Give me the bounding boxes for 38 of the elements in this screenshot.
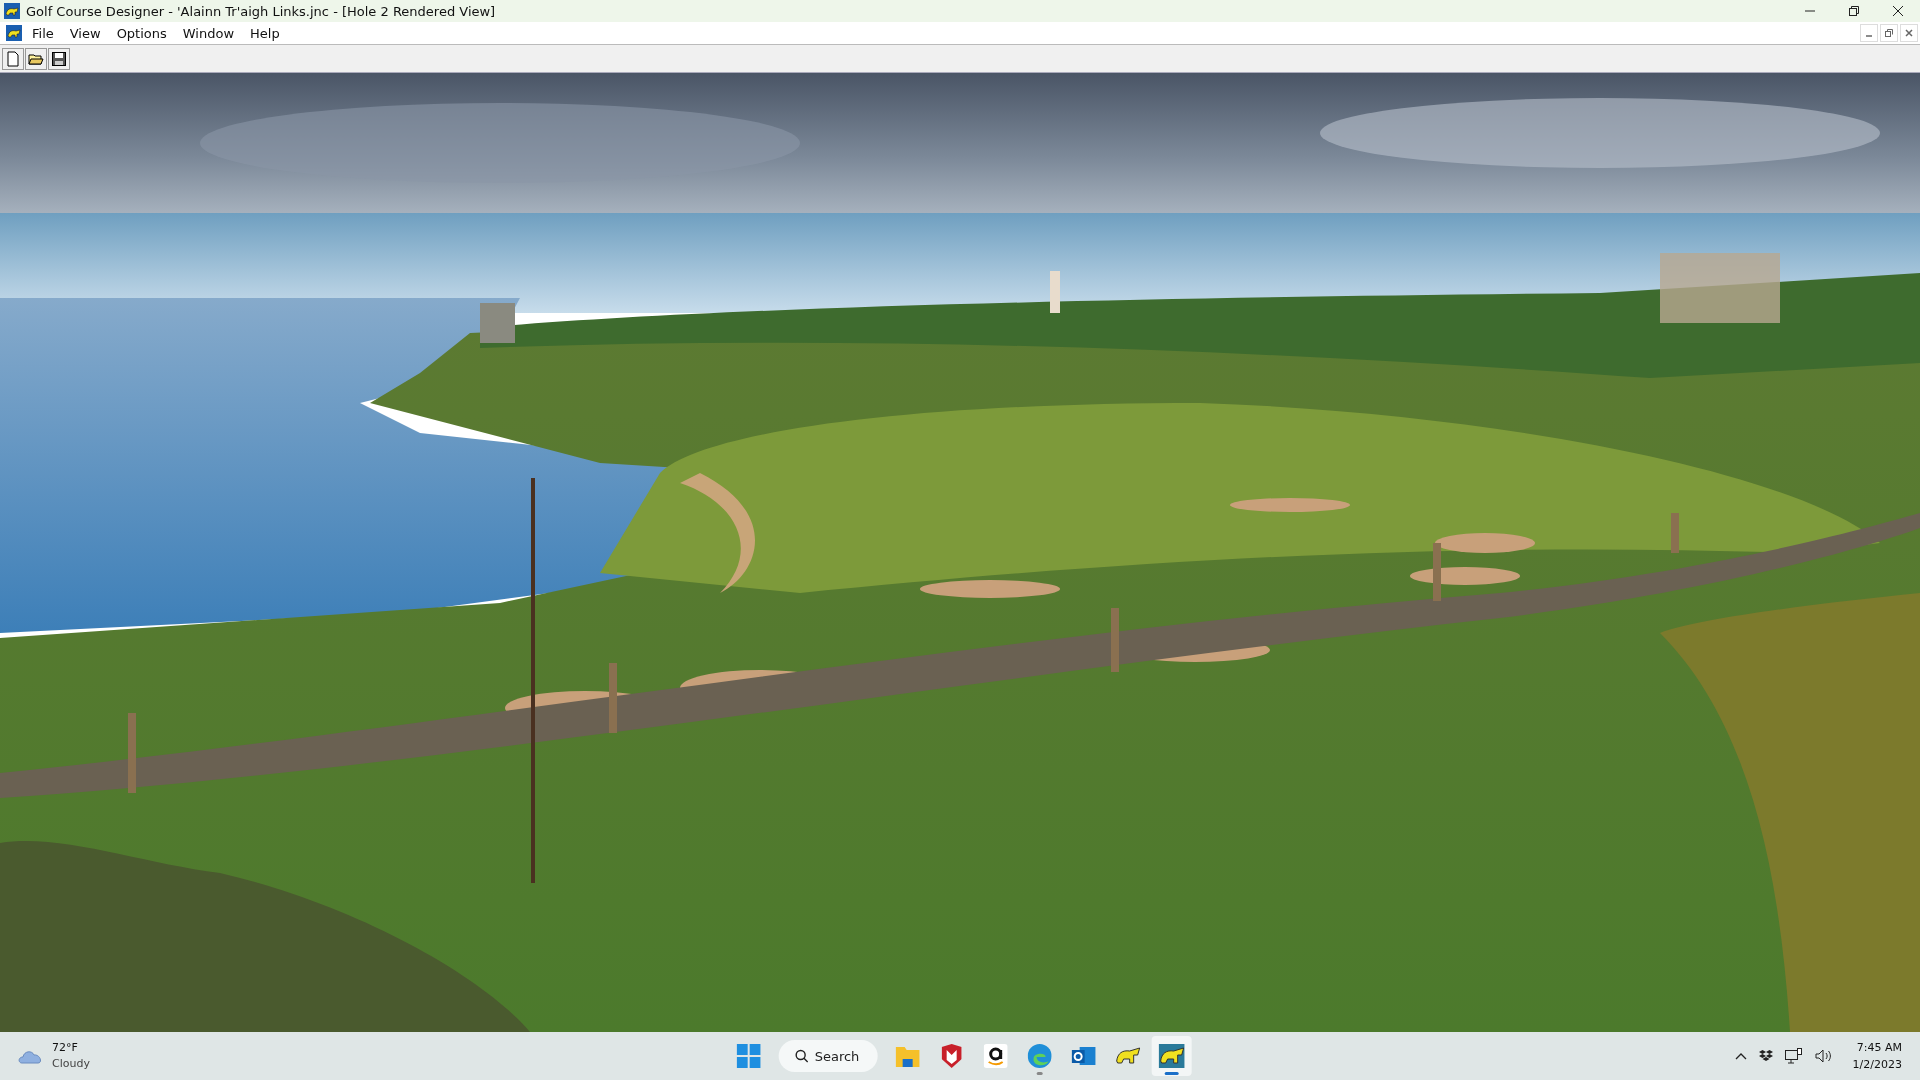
bear-icon bbox=[4, 3, 20, 19]
new-file-button[interactable] bbox=[2, 47, 24, 70]
temperature-text: 72°F bbox=[52, 1040, 79, 1056]
chevron-up-icon[interactable] bbox=[1734, 1052, 1747, 1060]
open-folder-button[interactable] bbox=[25, 47, 47, 70]
search-icon bbox=[794, 1049, 809, 1063]
letter-a-icon bbox=[983, 1044, 1008, 1068]
bear-icon bbox=[6, 25, 22, 41]
clock-time[interactable]: 7:45 AM bbox=[1856, 1039, 1902, 1056]
close-icon bbox=[1893, 6, 1903, 16]
menu-item[interactable]: Window bbox=[176, 25, 241, 41]
close-icon bbox=[1905, 29, 1913, 37]
bear-icon bbox=[1158, 1044, 1185, 1068]
menu-item[interactable]: File bbox=[26, 25, 60, 41]
windows-logo-icon bbox=[736, 1044, 761, 1068]
close-button[interactable] bbox=[1900, 24, 1918, 42]
menu-item[interactable]: View bbox=[63, 25, 107, 41]
network-icon[interactable] bbox=[1784, 1048, 1803, 1064]
shield-icon bbox=[941, 1044, 962, 1068]
blank-page-icon bbox=[5, 50, 21, 67]
browser-icon bbox=[1027, 1044, 1052, 1068]
restore-icon bbox=[1849, 6, 1859, 16]
window-title: Golf Course Designer - 'Alainn Tr'aigh Links.jnc - [Hole 2 Rendered View] bbox=[26, 3, 496, 19]
menu-item[interactable]: Options bbox=[110, 25, 173, 41]
folder-icon bbox=[895, 1045, 920, 1067]
restore-icon bbox=[1885, 29, 1893, 37]
taskbar-app-button[interactable] bbox=[1151, 1036, 1192, 1076]
weather-condition-text: Cloudy bbox=[52, 1056, 90, 1072]
taskbar-search-button[interactable]: Search bbox=[778, 1040, 878, 1072]
cloud-icon bbox=[18, 1048, 44, 1064]
save-button[interactable] bbox=[48, 47, 70, 70]
speaker-icon[interactable] bbox=[1814, 1049, 1833, 1063]
bear-icon bbox=[1114, 1045, 1141, 1067]
boxes-icon[interactable] bbox=[1758, 1049, 1773, 1063]
clock-date[interactable]: 1/2/2023 bbox=[1852, 1056, 1902, 1073]
minimize-button[interactable] bbox=[1860, 24, 1878, 42]
menu-item[interactable]: Help bbox=[244, 25, 286, 41]
mail-icon bbox=[1071, 1044, 1096, 1068]
